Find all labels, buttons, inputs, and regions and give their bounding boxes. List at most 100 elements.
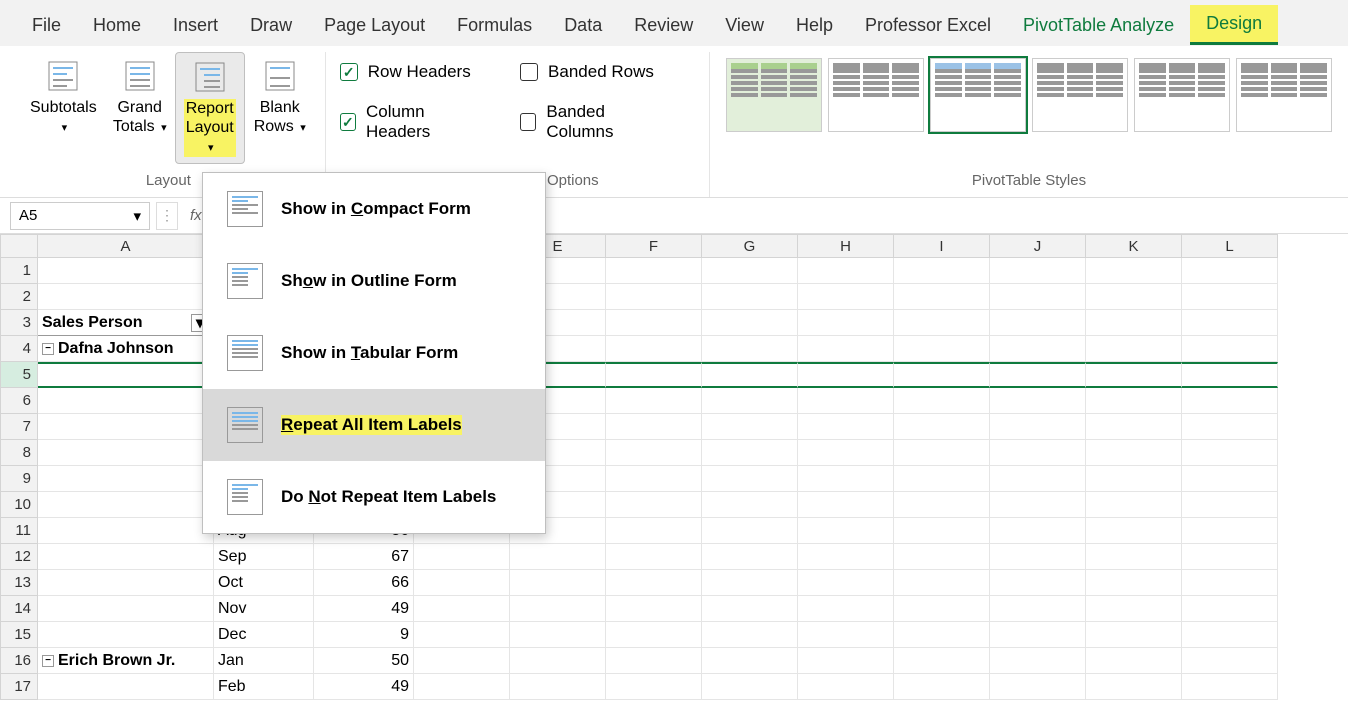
cell[interactable] [1086, 544, 1182, 570]
cell[interactable] [606, 596, 702, 622]
cell[interactable] [1182, 492, 1278, 518]
cell[interactable]: −Erich Brown Jr. [38, 648, 214, 674]
row-header[interactable]: 3 [0, 310, 38, 336]
cell[interactable] [990, 336, 1086, 362]
cell[interactable] [702, 492, 798, 518]
cell[interactable] [702, 648, 798, 674]
cell[interactable] [414, 570, 510, 596]
cell[interactable] [990, 492, 1086, 518]
menu-repeat-labels[interactable]: Repeat All Item Labels [203, 389, 545, 461]
cell[interactable] [606, 622, 702, 648]
tab-view[interactable]: View [709, 7, 780, 44]
cell[interactable] [894, 258, 990, 284]
cell[interactable] [798, 570, 894, 596]
cell[interactable] [990, 440, 1086, 466]
cell[interactable] [798, 544, 894, 570]
style-thumb[interactable] [726, 58, 822, 132]
cell[interactable] [990, 622, 1086, 648]
cell[interactable] [894, 362, 990, 388]
cell[interactable] [702, 414, 798, 440]
grand-totals-button[interactable]: GrandTotals [105, 52, 175, 142]
column-header[interactable]: A [38, 234, 214, 258]
row-header[interactable]: 5 [0, 362, 38, 388]
cell[interactable] [1086, 284, 1182, 310]
row-header[interactable]: 7 [0, 414, 38, 440]
column-headers-checkbox[interactable]: Column Headers [336, 92, 496, 152]
tab-home[interactable]: Home [77, 7, 157, 44]
cell[interactable] [1086, 336, 1182, 362]
cell[interactable]: Feb [214, 674, 314, 700]
cell[interactable] [798, 466, 894, 492]
cell[interactable] [894, 414, 990, 440]
cell[interactable] [1182, 466, 1278, 492]
cell[interactable]: 66 [314, 570, 414, 596]
select-all-corner[interactable] [0, 234, 38, 258]
cell[interactable] [606, 648, 702, 674]
cell[interactable] [990, 388, 1086, 414]
cell[interactable] [702, 596, 798, 622]
cell[interactable] [1182, 648, 1278, 674]
cell[interactable] [798, 648, 894, 674]
row-headers-checkbox[interactable]: Row Headers [336, 52, 496, 92]
cell[interactable] [414, 674, 510, 700]
cell[interactable] [606, 258, 702, 284]
cell[interactable] [990, 310, 1086, 336]
tab-page-layout[interactable]: Page Layout [308, 7, 441, 44]
cell[interactable] [38, 258, 214, 284]
row-header[interactable]: 8 [0, 440, 38, 466]
cell[interactable]: Dec [214, 622, 314, 648]
row-header[interactable]: 4 [0, 336, 38, 362]
cell[interactable] [894, 284, 990, 310]
tab-review[interactable]: Review [618, 7, 709, 44]
cell[interactable] [38, 388, 214, 414]
cell[interactable] [894, 492, 990, 518]
cell[interactable] [38, 622, 214, 648]
cell[interactable] [1086, 388, 1182, 414]
cell[interactable]: 67 [314, 544, 414, 570]
row-header[interactable]: 1 [0, 258, 38, 284]
cell[interactable] [798, 362, 894, 388]
cell[interactable] [38, 284, 214, 310]
cell[interactable] [1182, 414, 1278, 440]
cell[interactable] [510, 674, 606, 700]
cell[interactable] [798, 596, 894, 622]
cell[interactable] [1086, 570, 1182, 596]
menu-show-outline[interactable]: Show in Outline Form [203, 245, 545, 317]
cell[interactable] [894, 440, 990, 466]
row-header[interactable]: 2 [0, 284, 38, 310]
cell[interactable] [894, 622, 990, 648]
cell[interactable] [702, 388, 798, 414]
cell[interactable] [38, 674, 214, 700]
cell[interactable] [414, 622, 510, 648]
cell[interactable] [1086, 596, 1182, 622]
cell[interactable] [1182, 310, 1278, 336]
cell[interactable] [1182, 674, 1278, 700]
banded-rows-checkbox[interactable]: Banded Rows [516, 52, 679, 92]
banded-columns-checkbox[interactable]: Banded Columns [516, 92, 679, 152]
cell[interactable] [702, 622, 798, 648]
cell[interactable] [894, 596, 990, 622]
column-header[interactable]: G [702, 234, 798, 258]
cell[interactable] [38, 544, 214, 570]
row-header[interactable]: 9 [0, 466, 38, 492]
cell[interactable] [1182, 284, 1278, 310]
tab-design[interactable]: Design [1190, 5, 1278, 45]
collapse-icon[interactable]: − [42, 343, 54, 355]
cell[interactable] [1086, 492, 1182, 518]
cell[interactable] [1086, 466, 1182, 492]
cell[interactable] [1086, 362, 1182, 388]
cell[interactable] [1182, 544, 1278, 570]
cell[interactable] [1086, 258, 1182, 284]
cell[interactable] [990, 518, 1086, 544]
cell[interactable] [702, 284, 798, 310]
cell[interactable] [38, 492, 214, 518]
cell[interactable] [894, 570, 990, 596]
column-header[interactable]: F [606, 234, 702, 258]
subtotals-button[interactable]: Subtotals [22, 52, 105, 142]
cell[interactable] [894, 310, 990, 336]
cell[interactable] [1182, 518, 1278, 544]
cell[interactable] [798, 284, 894, 310]
report-layout-button[interactable]: ReportLayout [175, 52, 245, 164]
cell[interactable] [798, 310, 894, 336]
tab-help[interactable]: Help [780, 7, 849, 44]
